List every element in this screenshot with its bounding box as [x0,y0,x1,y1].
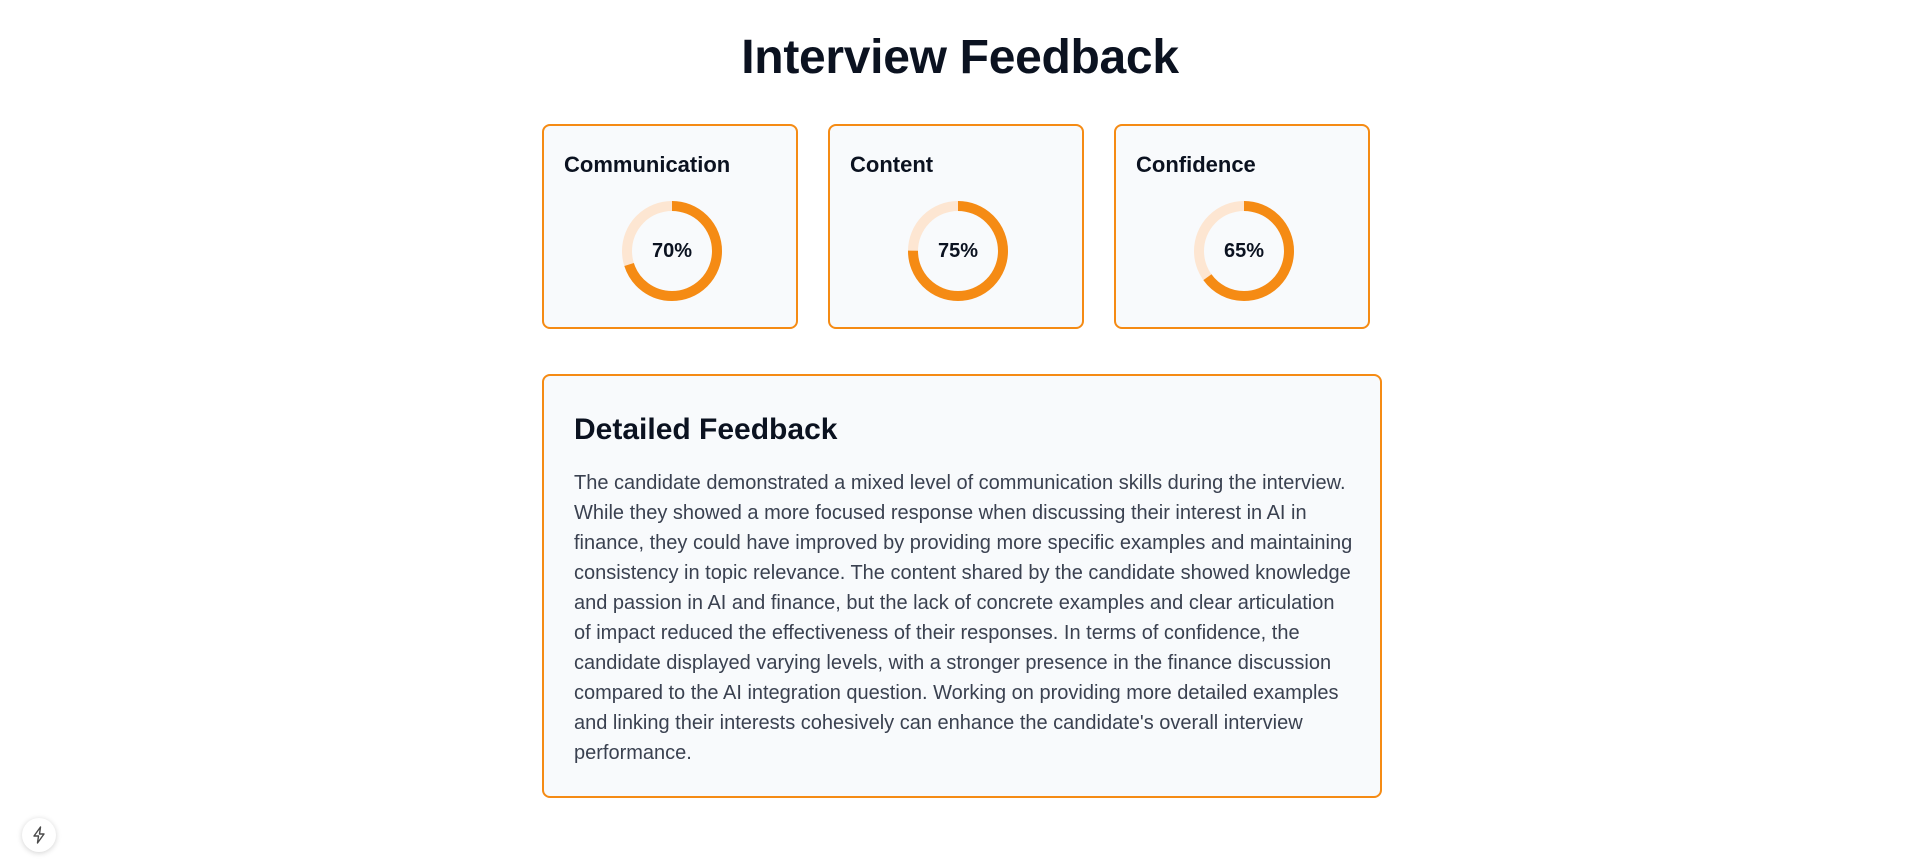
page-title: Interview Feedback [741,31,1179,84]
score-donut: 70% [621,200,723,302]
score-card-title: Content [850,152,934,177]
score-cards: Communication 70% Content 75% Confidence [542,124,1382,329]
score-card-title: Confidence [1136,152,1256,177]
detailed-feedback-title: Detailed Feedback [574,413,838,446]
page: Interview Feedback Communication 70% Con… [0,0,1912,867]
score-card-confidence: Confidence 65% [1114,124,1370,329]
score-donut: 75% [907,200,1009,302]
score-percent: 70% [651,240,693,262]
lightning-bolt-icon [33,826,45,844]
detailed-feedback-card: Detailed Feedback The candidate demonstr… [542,374,1382,798]
score-donut: 65% [1193,200,1295,302]
score-card-title: Communication [564,152,731,177]
dev-tools-button[interactable] [22,818,56,852]
score-percent: 65% [1223,240,1265,262]
detailed-feedback-text: The candidate demonstrated a mixed level… [574,472,1353,764]
score-card-communication: Communication 70% [542,124,798,329]
score-percent: 75% [937,240,979,262]
score-card-content: Content 75% [828,124,1084,329]
